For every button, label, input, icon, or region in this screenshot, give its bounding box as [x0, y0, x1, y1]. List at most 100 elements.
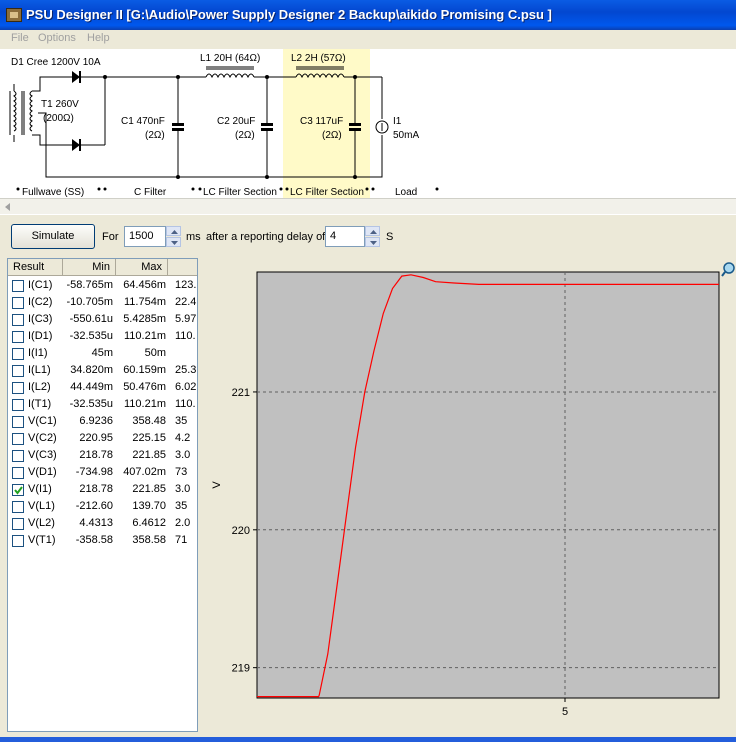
duration-input[interactable]: 1500 [124, 226, 166, 247]
plot-panel[interactable]: 221 220 219 5 V [200, 258, 736, 742]
table-row[interactable]: V(D1) -734.98 407.02m 73 [8, 464, 197, 481]
result-range: 6.02 [175, 381, 197, 393]
title-bar[interactable]: PSU Designer II [G:\Audio\Power Supply D… [0, 0, 736, 30]
simulate-button[interactable]: Simulate [11, 224, 95, 249]
result-name: I(I1) [28, 347, 48, 359]
row-checkbox[interactable] [12, 365, 24, 377]
result-range: 22.4 [175, 296, 197, 308]
menu-help[interactable]: Help [87, 32, 110, 44]
scroll-left-icon[interactable] [2, 201, 14, 213]
table-row[interactable]: V(L1) -212.60 139.70 35 [8, 498, 197, 515]
duration-spinner[interactable] [166, 226, 181, 247]
result-name: I(D1) [28, 330, 53, 342]
table-row[interactable]: I(I1) 45m 50m [8, 345, 197, 362]
result-max: 358.58 [132, 534, 166, 546]
row-checkbox[interactable] [12, 314, 24, 326]
schematic-panel[interactable]: D1 Cree 1200V 10A T1 260V (200Ω) C1 470n… [0, 49, 736, 198]
c3-label[interactable]: C3 117uF [300, 116, 343, 127]
delay-input[interactable]: 4 [325, 226, 365, 247]
table-row[interactable]: V(C3) 218.78 221.85 3.0 [8, 447, 197, 464]
c1-resistance: (2Ω) [145, 130, 165, 141]
table-row[interactable]: V(I1) 218.78 221.85 3.0 [8, 481, 197, 498]
table-row[interactable]: I(C2) -10.705m 11.754m 22.4 [8, 294, 197, 311]
menu-options[interactable]: Options [38, 32, 76, 44]
l2-label[interactable]: L2 2H (57Ω) [291, 53, 346, 64]
y-axis-label: V [211, 481, 223, 489]
result-min: 44.449m [70, 381, 113, 393]
l1-label[interactable]: L1 20H (64Ω) [200, 53, 260, 64]
section-lc-filter-2[interactable]: LC Filter Section [290, 187, 364, 198]
section-fullwave[interactable]: Fullwave (SS) [22, 187, 84, 198]
row-checkbox[interactable] [12, 416, 24, 428]
results-table[interactable]: Result Min Max I(C1) -58.765m 64.456m 123. I… [7, 258, 198, 732]
column-header-result[interactable]: Result [8, 259, 63, 276]
magnifier-icon[interactable] [721, 258, 736, 280]
table-row[interactable]: V(C1) 6.9236 358.48 35 [8, 413, 197, 430]
result-name: V(C1) [28, 415, 57, 427]
table-row[interactable]: I(C1) -58.765m 64.456m 123. [8, 277, 197, 294]
menu-file[interactable]: File [11, 32, 29, 44]
table-row[interactable]: I(T1) -32.535u 110.21m 110. [8, 396, 197, 413]
section-lc-filter-1[interactable]: LC Filter Section [203, 187, 277, 198]
result-name: I(C3) [28, 313, 53, 325]
row-checkbox[interactable] [12, 467, 24, 479]
checkmark-icon [14, 486, 23, 495]
row-checkbox[interactable] [12, 535, 24, 547]
section-c-filter[interactable]: C Filter [134, 187, 166, 198]
d1-label[interactable]: D1 Cree 1200V 10A [11, 57, 105, 68]
result-max: 6.4612 [132, 517, 166, 529]
y-tick-label: 221 [232, 387, 250, 399]
result-min: 34.820m [70, 364, 113, 376]
x-tick-label: 5 [562, 706, 568, 718]
voltage-chart: 221 220 219 5 V [211, 271, 720, 718]
row-checkbox[interactable] [12, 280, 24, 292]
simulation-toolbar: Simulate For 1500 ms after a reporting d… [0, 214, 736, 257]
table-row[interactable]: I(L1) 34.820m 60.159m 25.3 [8, 362, 197, 379]
schematic-scrollbar[interactable] [0, 198, 736, 214]
result-min: -734.98 [75, 466, 113, 478]
row-checkbox[interactable] [12, 501, 24, 513]
t1-label[interactable]: T1 260V [41, 99, 79, 110]
zoom-button[interactable] [721, 258, 736, 280]
column-header-max[interactable]: Max [116, 259, 168, 276]
table-row[interactable]: I(C3) -550.61u 5.4285m 5.97 [8, 311, 197, 328]
column-header-range[interactable] [168, 259, 197, 276]
result-max: 225.15 [132, 432, 166, 444]
ms-label: ms [186, 231, 201, 243]
row-checkbox[interactable] [12, 433, 24, 445]
c1-plate-top [172, 123, 184, 126]
row-checkbox[interactable] [12, 518, 24, 530]
row-checkbox[interactable] [12, 382, 24, 394]
c2-label[interactable]: C2 20uF [217, 116, 255, 127]
table-row[interactable]: I(D1) -32.535u 110.21m 110. [8, 328, 197, 345]
row-checkbox[interactable] [12, 331, 24, 343]
c3-plate-top [349, 123, 361, 126]
row-checkbox[interactable] [12, 297, 24, 309]
window-title: PSU Designer II [G:\Audio\Power Supply D… [26, 7, 552, 22]
row-checkbox[interactable] [12, 348, 24, 360]
y-tick-label: 219 [232, 663, 250, 675]
menu-bar: File Options Help [0, 30, 736, 48]
row-checkbox[interactable] [12, 399, 24, 411]
row-checkbox[interactable] [12, 450, 24, 462]
row-checkbox[interactable] [12, 484, 24, 496]
table-row[interactable]: V(T1) -358.58 358.58 71 [8, 532, 197, 549]
result-range: 4.2 [175, 432, 191, 444]
result-max: 60.159m [123, 364, 166, 376]
result-name: I(C2) [28, 296, 53, 308]
section-load[interactable]: Load [395, 187, 417, 198]
y-tick-label: 220 [232, 525, 250, 537]
table-row[interactable]: V(L2) 4.4313 6.4612 2.0 [8, 515, 197, 532]
result-name: V(C2) [28, 432, 57, 444]
result-max: 358.48 [132, 415, 166, 427]
result-max: 50m [144, 347, 166, 359]
table-row[interactable]: V(C2) 220.95 225.15 4.2 [8, 430, 197, 447]
column-header-min[interactable]: Min [63, 259, 116, 276]
table-row[interactable]: I(L2) 44.449m 50.476m 6.02 [8, 379, 197, 396]
result-name: V(T1) [28, 534, 56, 546]
i1-label[interactable]: I1 [393, 116, 401, 127]
delay-spinner[interactable] [365, 226, 380, 247]
result-range: 110. [175, 398, 196, 410]
result-range: 73 [175, 466, 188, 478]
c1-label[interactable]: C1 470nF [121, 116, 165, 127]
